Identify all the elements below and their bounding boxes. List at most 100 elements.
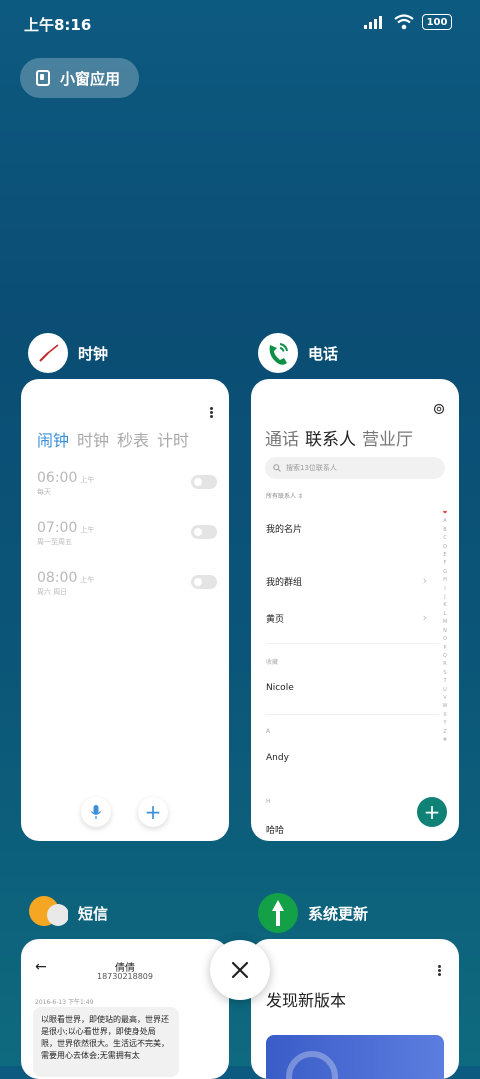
section-favorites: 收藏 xyxy=(266,659,279,666)
add-alarm-button[interactable]: + xyxy=(138,797,168,827)
sms-app-icon xyxy=(28,893,69,933)
my-card-row[interactable]: 我的名片 xyxy=(266,522,302,535)
alphabet-letter[interactable]: X xyxy=(442,711,448,719)
alphabet-letter[interactable]: Y xyxy=(442,719,448,727)
alphabet-letter[interactable]: D xyxy=(442,543,448,551)
voice-alarm-button[interactable] xyxy=(81,797,111,827)
sms-app-card[interactable]: ← 倩倩 18730218809 2016-6-13 下午1:49 以眼看世界，… xyxy=(21,939,229,1079)
alphabet-letter[interactable]: Q xyxy=(442,652,448,660)
alphabet-letter[interactable]: I xyxy=(442,585,448,593)
search-icon xyxy=(273,464,281,472)
alarm-toggle[interactable] xyxy=(191,475,217,489)
alphabet-letter[interactable]: F xyxy=(442,559,448,567)
alarm-item[interactable]: 07:00 上午 周一至周五 xyxy=(37,517,217,557)
alphabet-index[interactable]: ❤ A B C D E F G H I J K L M N O P Q R S T U V W X Y Z # xyxy=(442,509,448,744)
alphabet-letter[interactable]: V xyxy=(442,694,448,702)
clock-tabs: 闹钟 时钟 秒表 计时 xyxy=(37,427,189,451)
alarm-time: 06:00 xyxy=(37,470,78,486)
alphabet-letter[interactable]: S xyxy=(442,669,448,677)
alphabet-letter[interactable]: W xyxy=(442,702,448,710)
update-app-card[interactable]: 发现新版本 xyxy=(251,939,459,1079)
alphabet-letter[interactable]: K xyxy=(442,601,448,609)
alphabet-letter[interactable]: T xyxy=(442,677,448,685)
status-bar: 上午8:16 100 xyxy=(0,0,480,44)
microphone-icon xyxy=(91,805,101,819)
sms-message-bubble[interactable]: 以眼看世界，即使站的最高，世界还是很小;以心看世界，即使身处局限，世界依然很大。… xyxy=(33,1007,179,1077)
alarm-item[interactable]: 06:00 上午 每天 xyxy=(37,467,217,507)
close-icon xyxy=(231,961,249,979)
tab-clock[interactable]: 时钟 xyxy=(77,427,109,451)
alphabet-letter[interactable]: J xyxy=(442,593,448,601)
contact-row[interactable]: 哈哈 xyxy=(266,823,284,836)
search-placeholder: 搜索13位联系人 xyxy=(286,464,337,472)
tab-alarm[interactable]: 闹钟 xyxy=(37,427,69,451)
tab-timer[interactable]: 计时 xyxy=(157,427,189,451)
gear-icon[interactable] xyxy=(433,403,445,415)
alphabet-letter[interactable]: G xyxy=(442,568,448,576)
contact-row[interactable]: Andy xyxy=(266,753,289,763)
clock-app-icon xyxy=(28,333,68,373)
sms-app-header[interactable]: 短信 xyxy=(28,893,108,933)
contact-search-input[interactable]: 搜索13位联系人 xyxy=(265,457,445,479)
more-menu-icon[interactable] xyxy=(438,965,441,968)
update-title: 发现新版本 xyxy=(266,991,347,1010)
my-groups-row[interactable]: 我的群组 xyxy=(266,575,302,588)
phone-app-card[interactable]: 通话 联系人 营业厅 搜索13位联系人 所有联系人 ⇕ 我的名片 我的群组 › … xyxy=(251,379,459,841)
alphabet-letter[interactable]: U xyxy=(442,686,448,694)
alphabet-letter[interactable]: L xyxy=(442,610,448,618)
alarm-time: 08:00 xyxy=(37,570,78,586)
more-menu-icon[interactable] xyxy=(210,407,213,410)
add-contact-button[interactable]: + xyxy=(417,797,447,827)
alphabet-letter[interactable]: M xyxy=(442,618,448,626)
status-time: 上午8:16 xyxy=(24,16,92,34)
tab-service-hall[interactable]: 营业厅 xyxy=(362,425,413,450)
alphabet-letter[interactable]: # xyxy=(442,736,448,744)
section-letter: A xyxy=(266,728,271,735)
alarm-toggle[interactable] xyxy=(191,525,217,539)
alphabet-letter[interactable]: O xyxy=(442,635,448,643)
sms-date: 2016-6-13 下午1:49 xyxy=(35,999,94,1006)
yellow-pages-row[interactable]: 黄页 xyxy=(266,612,284,625)
phone-tabs: 通话 联系人 营业厅 xyxy=(265,425,413,450)
alarm-time: 07:00 xyxy=(37,520,78,536)
phone-app-name: 电话 xyxy=(308,344,339,363)
alarm-repeat: 周六 周日 xyxy=(37,588,68,596)
update-app-icon xyxy=(258,893,298,933)
tab-stopwatch[interactable]: 秒表 xyxy=(117,427,149,451)
phone-app-header[interactable]: 电话 xyxy=(258,333,338,373)
status-icons: 100 xyxy=(364,14,452,30)
alphabet-letter[interactable]: C xyxy=(442,534,448,542)
alphabet-letter[interactable]: B xyxy=(442,526,448,534)
float-window-button[interactable]: 小窗应用 xyxy=(20,58,139,98)
divider xyxy=(266,643,439,644)
update-app-header[interactable]: 系统更新 xyxy=(258,893,368,933)
alphabet-letter[interactable]: R xyxy=(442,660,448,668)
alarm-ampm: 上午 xyxy=(80,526,95,534)
alphabet-letter[interactable]: E xyxy=(442,551,448,559)
update-app-name: 系统更新 xyxy=(308,904,369,923)
alphabet-letter[interactable]: A xyxy=(442,517,448,525)
alphabet-letter[interactable]: ❤ xyxy=(442,509,448,517)
tab-calls[interactable]: 通话 xyxy=(265,425,299,450)
alphabet-letter[interactable]: H xyxy=(442,576,448,584)
section-letter: H xyxy=(266,798,271,805)
tab-contacts[interactable]: 联系人 xyxy=(305,425,356,450)
battery-icon: 100 xyxy=(422,14,452,30)
alarm-ampm: 上午 xyxy=(80,576,95,584)
alarm-item[interactable]: 08:00 上午 周六 周日 xyxy=(37,567,217,607)
clock-app-header[interactable]: 时钟 xyxy=(28,333,108,373)
contact-row[interactable]: Nicole xyxy=(266,683,294,693)
alarm-repeat: 周一至周五 xyxy=(37,538,72,546)
alarm-repeat: 每天 xyxy=(37,488,51,496)
alarm-toggle[interactable] xyxy=(191,575,217,589)
clear-all-button[interactable] xyxy=(210,940,270,1000)
phone-app-icon xyxy=(258,333,298,373)
contact-filter[interactable]: 所有联系人 ⇕ xyxy=(266,491,303,500)
alphabet-letter[interactable]: N xyxy=(442,627,448,635)
clock-app-card[interactable]: 闹钟 时钟 秒表 计时 06:00 上午 每天 07:00 上午 周一至周五 08:… xyxy=(21,379,229,841)
sms-contact-number: 18730218809 xyxy=(97,972,153,981)
wifi-icon xyxy=(394,14,414,30)
alphabet-letter[interactable]: Z xyxy=(442,728,448,736)
alphabet-letter[interactable]: P xyxy=(442,644,448,652)
clock-app-name: 时钟 xyxy=(78,344,109,363)
